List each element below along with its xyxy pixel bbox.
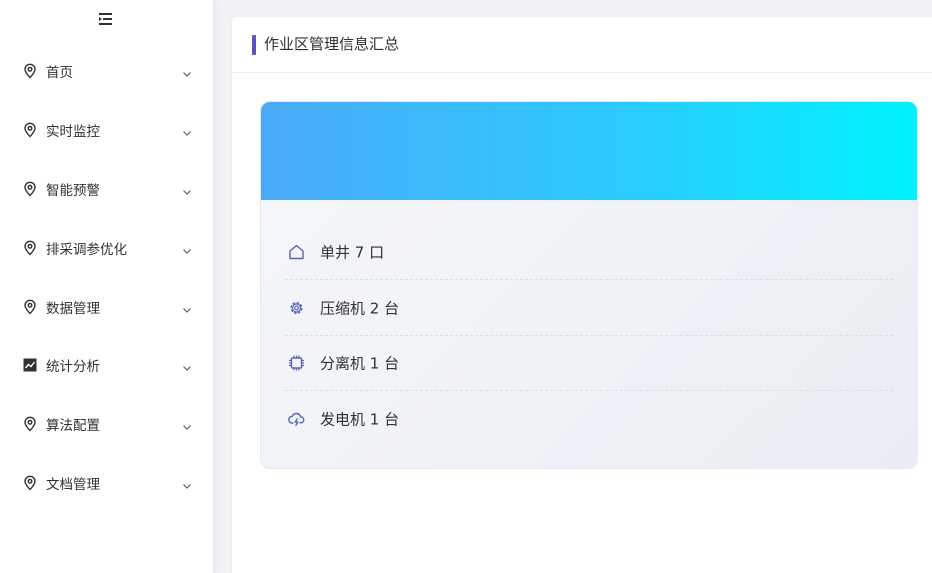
site-card[interactable]: 单井 7 口 压缩机 2 台 分离机 1 台 发电机 1 台: [260, 101, 918, 469]
chevron-down-icon: [181, 183, 193, 195]
cloud-lightning-icon: [287, 409, 306, 428]
location-pin-icon: [22, 240, 38, 256]
location-pin-icon: [22, 475, 38, 491]
stat-row-separators: 分离机 1 台: [285, 335, 893, 391]
page-title: 作业区管理信息汇总: [264, 35, 400, 53]
sidebar-item-realtime-monitoring[interactable]: 实时监控: [0, 101, 213, 159]
sidebar-item-label: 智能预警: [46, 183, 100, 199]
sidebar-item-label: 数据管理: [46, 301, 100, 317]
location-pin-icon: [22, 416, 38, 432]
chevron-down-icon: [181, 242, 193, 254]
sidebar-item-document-management[interactable]: 文档管理: [0, 454, 213, 512]
stat-text: 分离机 1 台: [320, 354, 400, 372]
location-pin-icon: [22, 63, 38, 79]
chevron-down-icon: [181, 65, 193, 77]
title-accent-bar: [252, 35, 256, 55]
sidebar-item-smart-alerts[interactable]: 智能预警: [0, 160, 213, 218]
chevron-down-icon: [181, 418, 193, 430]
chevron-down-icon: [181, 301, 193, 313]
summary-panel: 作业区管理信息汇总 单井 7 口 压缩机 2 台 分离机 1 台 发电机 1 台: [232, 17, 932, 573]
location-pin-icon: [22, 299, 38, 315]
chevron-down-icon: [181, 359, 193, 371]
gear-icon: [287, 298, 306, 317]
sidebar-item-label: 统计分析: [46, 359, 100, 375]
site-banner: [261, 102, 917, 200]
location-pin-icon: [22, 181, 38, 197]
stat-text: 单井 7 口: [320, 243, 385, 261]
house-icon: [287, 242, 306, 261]
sidebar-item-home[interactable]: 首页: [0, 42, 213, 100]
sidebar-item-data-management[interactable]: 数据管理: [0, 278, 213, 336]
menu-fold-icon[interactable]: [97, 11, 115, 27]
chip-icon: [287, 353, 306, 372]
sidebar-item-production-optimization[interactable]: 排采调参优化: [0, 219, 213, 277]
chevron-down-icon: [181, 477, 193, 489]
sidebar-item-label: 首页: [46, 65, 73, 81]
stat-text: 压缩机 2 台: [320, 299, 400, 317]
trend-chart-icon: [22, 357, 38, 373]
stat-row-compressors: 压缩机 2 台: [285, 280, 893, 336]
sidebar: 首页 实时监控 智能预警 排采调参优化 数据管理 统计分析 算法配置 文档管理: [0, 0, 214, 573]
sidebar-item-algorithm-config[interactable]: 算法配置: [0, 395, 213, 453]
location-pin-icon: [22, 122, 38, 138]
panel-header: 作业区管理信息汇总: [232, 17, 932, 73]
stat-row-wells: 单井 7 口: [285, 224, 893, 280]
sidebar-item-label: 算法配置: [46, 418, 100, 434]
sidebar-item-label: 排采调参优化: [46, 242, 127, 258]
stat-text: 发电机 1 台: [320, 410, 400, 428]
sidebar-item-label: 实时监控: [46, 124, 100, 140]
stat-row-generators: 发电机 1 台: [285, 391, 893, 446]
sidebar-item-statistics[interactable]: 统计分析: [0, 336, 213, 394]
chevron-down-icon: [181, 124, 193, 136]
sidebar-item-label: 文档管理: [46, 477, 100, 493]
